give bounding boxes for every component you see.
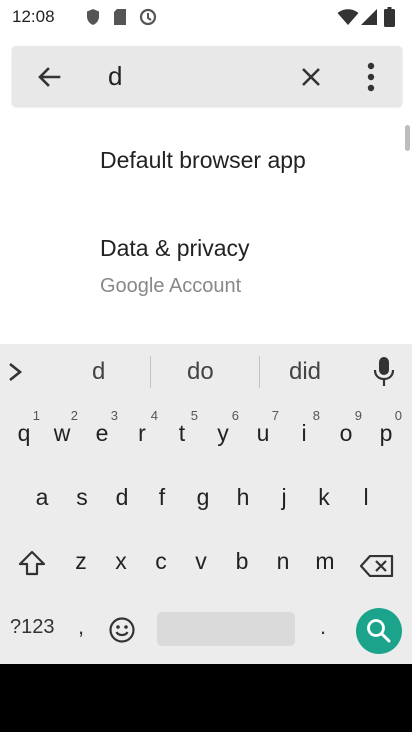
wifi-icon [337, 9, 359, 25]
key-b[interactable]: b [224, 536, 260, 586]
key-v[interactable]: v [183, 536, 219, 586]
divider [259, 356, 260, 388]
key-d[interactable]: d [104, 472, 140, 522]
key-y[interactable]: 6y [205, 408, 241, 458]
search-results-list: Default browser app Data & privacy Googl… [0, 122, 412, 344]
key-e[interactable]: 3e [84, 408, 120, 458]
key-c[interactable]: c [143, 536, 179, 586]
close-icon[interactable] [296, 62, 326, 92]
status-bar: 12:08 [0, 0, 412, 34]
key-p[interactable]: 0p [368, 408, 404, 458]
result-title: Default browser app [100, 147, 306, 173]
suggestion-1[interactable]: d [92, 358, 105, 386]
search-bar: d [12, 46, 402, 106]
key-u[interactable]: 7u [245, 408, 281, 458]
shift-icon[interactable] [18, 550, 46, 576]
period-key[interactable]: . [320, 614, 326, 640]
key-z[interactable]: z [63, 536, 99, 586]
key-x[interactable]: x [103, 536, 139, 586]
key-l[interactable]: l [348, 472, 384, 522]
search-key[interactable] [356, 608, 402, 654]
navigation-bar [0, 664, 412, 732]
result-title: Data & privacy [100, 235, 250, 261]
status-time: 12:08 [12, 7, 55, 26]
key-a[interactable]: a [24, 472, 60, 522]
search-header: d [0, 34, 412, 122]
emoji-icon[interactable] [108, 616, 136, 644]
key-f[interactable]: f [144, 472, 180, 522]
sd-card-icon [114, 9, 126, 25]
battery-icon [384, 7, 395, 27]
microphone-icon[interactable] [372, 356, 396, 388]
key-k[interactable]: k [306, 472, 342, 522]
divider [150, 356, 151, 388]
key-h[interactable]: h [225, 472, 261, 522]
key-n[interactable]: n [265, 536, 301, 586]
suggestion-2[interactable]: do [187, 358, 214, 386]
sync-icon [139, 8, 157, 26]
more-vert-icon[interactable] [357, 60, 385, 94]
space-bar[interactable] [157, 612, 295, 646]
key-r[interactable]: 4r [124, 408, 160, 458]
key-q[interactable]: 1q [6, 408, 42, 458]
symbols-key[interactable]: ?123 [10, 616, 55, 639]
suggestion-strip: d do did [0, 344, 412, 400]
key-j[interactable]: j [266, 472, 302, 522]
scrollbar[interactable] [405, 125, 410, 151]
key-i[interactable]: 8i [286, 408, 322, 458]
search-input[interactable]: d [108, 61, 122, 92]
search-icon [367, 619, 391, 643]
backspace-icon[interactable] [360, 555, 394, 577]
key-g[interactable]: g [185, 472, 221, 522]
result-subtitle: Google Account [100, 275, 242, 297]
key-o[interactable]: 9o [328, 408, 364, 458]
key-s[interactable]: s [64, 472, 100, 522]
comma-key[interactable]: , [78, 614, 84, 640]
key-m[interactable]: m [307, 536, 343, 586]
chevron-right-icon[interactable] [4, 360, 26, 384]
arrow-back-icon[interactable] [34, 62, 64, 92]
key-t[interactable]: 5t [164, 408, 200, 458]
key-w[interactable]: 2w [44, 408, 80, 458]
keyboard: d do did 1q 2w 3e 4r 5t 6y 7u 8i 9o 0p a… [0, 344, 412, 664]
suggestion-3[interactable]: did [289, 358, 321, 386]
signal-icon [361, 9, 377, 25]
shield-icon [87, 9, 99, 25]
